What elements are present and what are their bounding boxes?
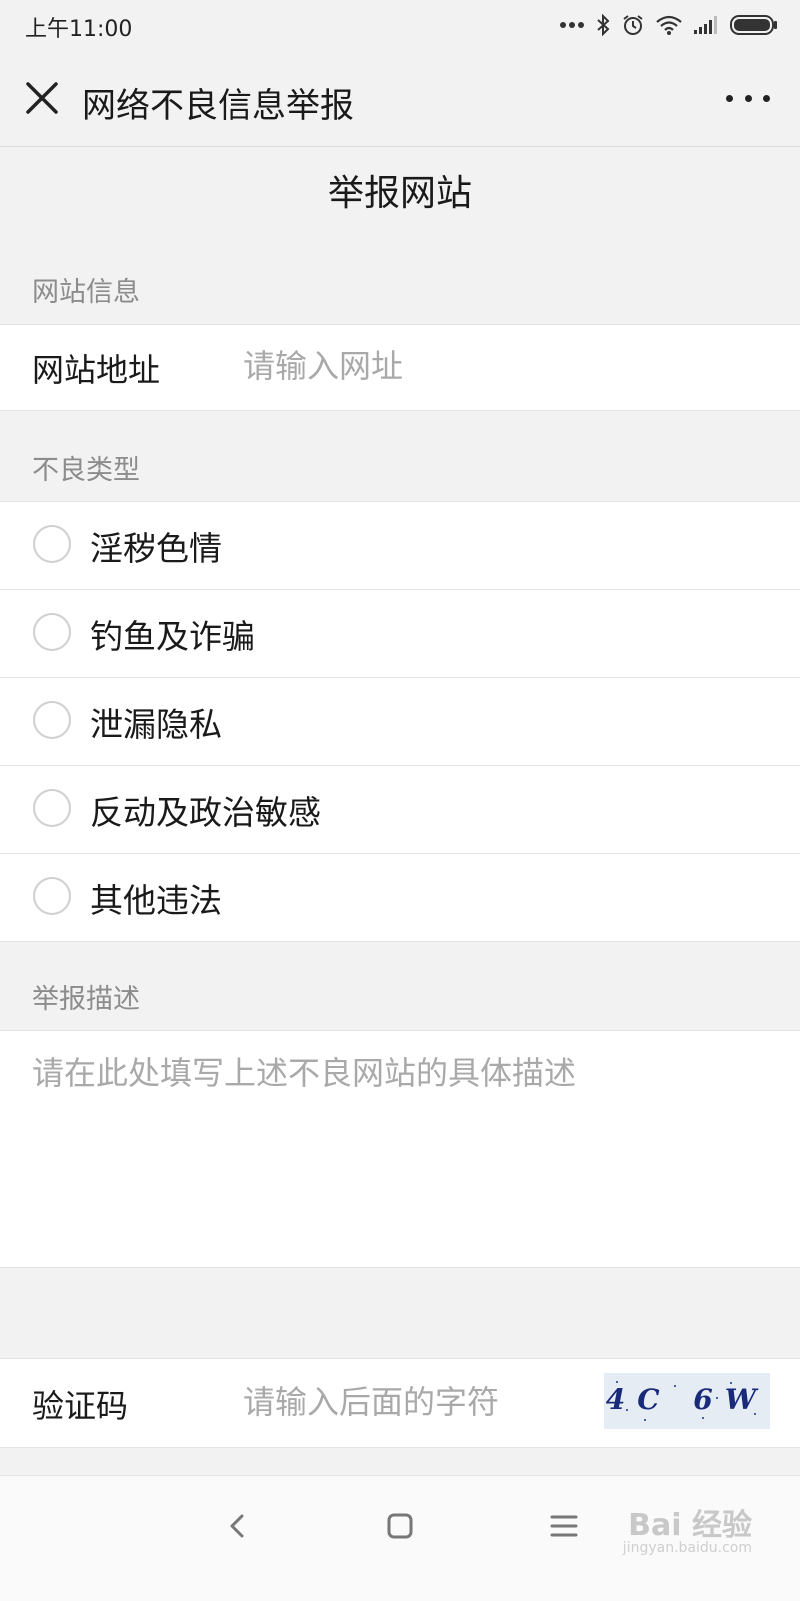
radio-label: 淫秽色情 [90,529,222,568]
bluetooth-icon [596,14,610,36]
battery-icon [730,15,778,35]
captcha-noise [730,1382,732,1384]
page-title: 举报网站 [327,173,472,214]
nav-title: 网络不良信息举报 [82,86,354,126]
captcha-text: 4C 6W [605,1383,769,1416]
status-bar: 上午11:00 [0,0,800,50]
close-button[interactable] [22,78,62,118]
wifi-icon [656,15,682,35]
radio-label: 其他违法 [90,881,222,920]
menu-icon [550,1515,578,1537]
back-button[interactable] [218,1506,258,1546]
status-icons [560,12,778,38]
more-icon-dot [726,94,733,102]
more-button[interactable] [726,80,770,116]
radio-option-privacy[interactable]: 泄漏隐私 [0,678,800,766]
captcha-noise [702,1417,704,1419]
captcha-noise [626,1409,628,1411]
home-icon [387,1513,413,1539]
more-icon-dot [744,94,752,102]
captcha-input[interactable] [243,1380,563,1424]
home-button[interactable] [380,1506,420,1546]
url-label: 网站地址 [32,351,161,389]
section-label-site-info: 网站信息 [32,277,140,308]
radio-option-phishing[interactable]: 钓鱼及诈骗 [0,590,800,678]
radio-option-political[interactable]: 反动及政治敏感 [0,766,800,854]
radio-option-other[interactable]: 其他违法 [0,854,800,942]
menu-button[interactable] [544,1506,584,1546]
url-row: 网站地址 [0,324,800,411]
url-input[interactable] [243,344,563,388]
more-icon-dot [763,94,770,102]
signal-icon [694,16,718,34]
captcha-image[interactable]: 4C 6W [604,1373,770,1429]
watermark-url: jingyan.baidu.com [622,1540,752,1556]
radio-label: 反动及政治敏感 [90,793,321,832]
description-textarea[interactable] [32,1048,772,1248]
alarm-icon [622,14,644,36]
back-icon [230,1514,244,1538]
captcha-noise [674,1385,676,1387]
captcha-noise [644,1419,646,1421]
section-label-bad-type: 不良类型 [32,455,140,486]
radio-label: 泄漏隐私 [90,705,222,744]
section-label-description: 举报描述 [32,984,140,1015]
radio-circle[interactable] [33,525,71,563]
radio-circle[interactable] [33,789,71,827]
radio-circle[interactable] [33,701,71,739]
radio-circle[interactable] [33,613,71,651]
radio-circle[interactable] [33,877,71,915]
nav-bar: 网络不良信息举报 [0,50,800,147]
more-dots-icon [560,21,584,29]
watermark-logo: Bai 经验 [628,1508,752,1543]
captcha-noise [754,1413,756,1415]
radio-label: 钓鱼及诈骗 [90,617,255,656]
close-icon [26,82,58,114]
captcha-noise [616,1381,618,1383]
captcha-label: 验证码 [32,1387,129,1425]
status-time: 上午11:00 [25,17,133,42]
radio-option-porn[interactable]: 淫秽色情 [0,502,800,590]
captcha-noise [716,1397,718,1399]
